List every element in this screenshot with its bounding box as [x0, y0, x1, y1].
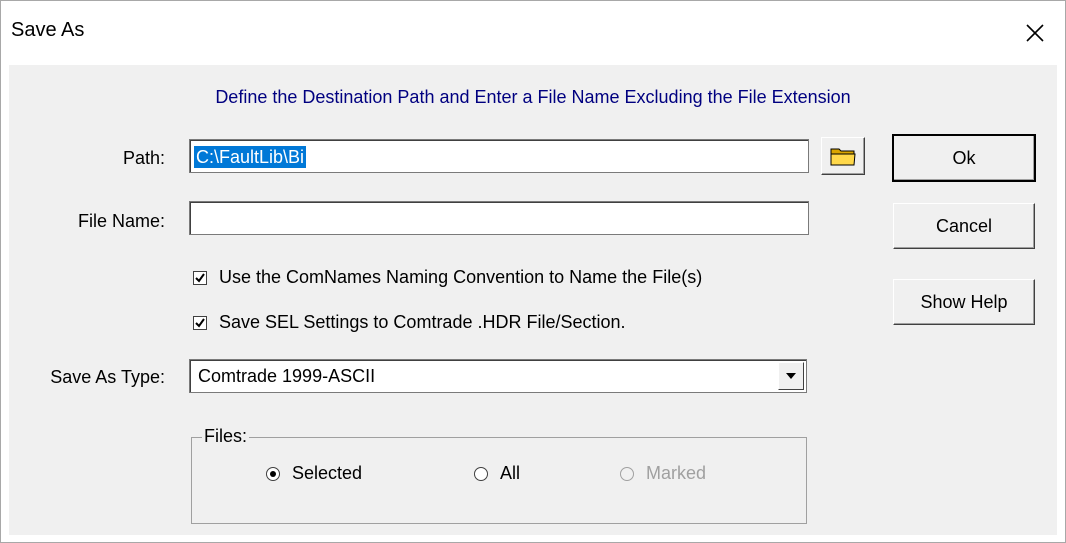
path-input-value: C:\FaultLib\Bi — [194, 146, 307, 168]
save-as-type-value: Comtrade 1999-ASCII — [198, 366, 376, 386]
folder-icon — [830, 148, 856, 166]
comnames-checkbox-label: Use the ComNames Naming Convention to Na… — [219, 267, 703, 287]
radio-marked: Marked — [620, 463, 706, 484]
title-bar[interactable]: Save As — [1, 1, 1065, 65]
path-input[interactable]: C:\FaultLib\Bi — [189, 139, 809, 173]
radio-all-button[interactable] — [474, 466, 488, 481]
sel-settings-checkbox-label: Save SEL Settings to Comtrade .HDR File/… — [219, 312, 626, 332]
radio-selected[interactable]: Selected — [266, 463, 362, 484]
browse-folder-button[interactable] — [821, 137, 865, 175]
save-as-type-select[interactable]: Comtrade 1999-ASCII — [189, 359, 807, 393]
comnames-checkbox-row[interactable]: Use the ComNames Naming Convention to Na… — [193, 267, 702, 288]
filename-label: File Name: — [77, 211, 165, 231]
files-groupbox: Files: Selected All Marked — [191, 426, 807, 524]
checkmark-icon — [195, 317, 205, 328]
dropdown-arrow-icon — [786, 373, 796, 379]
dropdown-button[interactable] — [778, 362, 804, 390]
path-label: Path: — [122, 148, 165, 168]
dialog-body: Define the Destination Path and Enter a … — [9, 65, 1057, 535]
radio-selected-button[interactable] — [266, 466, 280, 481]
filename-input[interactable] — [189, 201, 809, 235]
checkmark-icon — [195, 272, 205, 283]
close-icon — [1026, 24, 1044, 42]
radio-all-label: All — [500, 463, 521, 483]
sel-settings-checkbox-row[interactable]: Save SEL Settings to Comtrade .HDR File/… — [193, 312, 626, 333]
radio-all[interactable]: All — [474, 463, 520, 484]
instruction-text: Define the Destination Path and Enter a … — [215, 87, 851, 107]
sel-settings-checkbox[interactable] — [193, 315, 207, 330]
save-as-type-label: Save As Type: — [50, 367, 165, 387]
show-help-button[interactable]: Show Help — [893, 279, 1035, 325]
files-group-title: Files: — [202, 426, 250, 447]
comnames-checkbox[interactable] — [193, 270, 207, 285]
save-as-dialog: Save As Define the Destination Path and … — [0, 0, 1066, 543]
close-button[interactable] — [1005, 1, 1065, 65]
radio-marked-label: Marked — [646, 463, 707, 483]
radio-marked-button — [620, 466, 634, 481]
cancel-button[interactable]: Cancel — [893, 203, 1035, 249]
ok-button[interactable]: Ok — [892, 134, 1036, 182]
radio-selected-label: Selected — [292, 463, 363, 483]
window-title: Save As — [11, 19, 85, 41]
